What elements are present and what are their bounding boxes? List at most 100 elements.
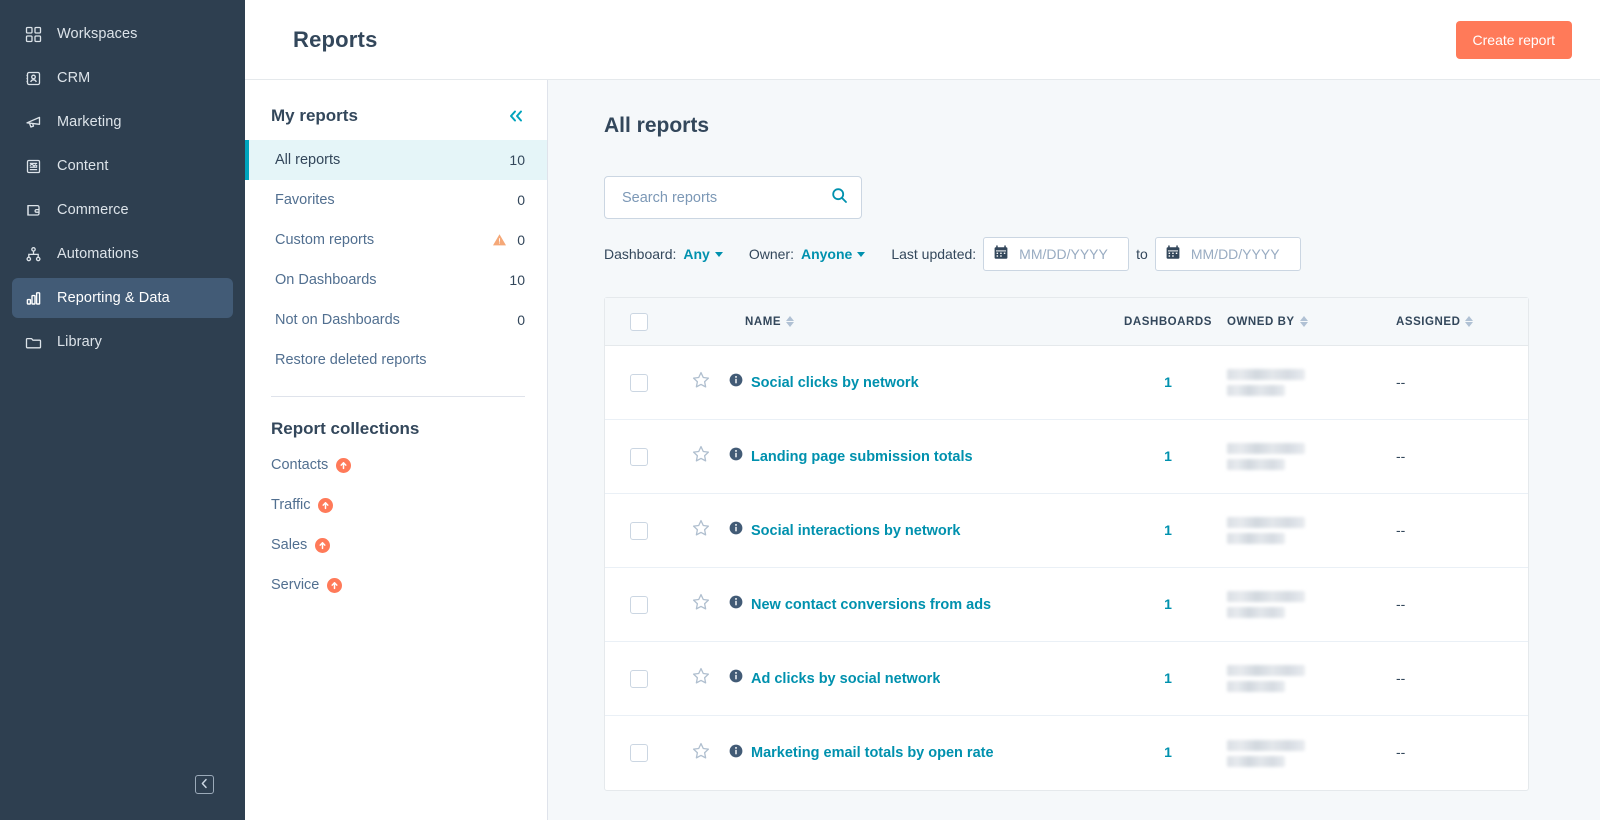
- dashboard-filter-dropdown[interactable]: Any: [683, 246, 723, 262]
- sidebar-item-library[interactable]: Library: [12, 322, 233, 362]
- dashboard-count[interactable]: 1: [1164, 374, 1172, 390]
- sort-by-name-button[interactable]: NAME: [745, 316, 795, 328]
- date-to-field[interactable]: [1154, 237, 1301, 271]
- row-checkbox[interactable]: [630, 744, 648, 762]
- table-row[interactable]: Social interactions by network 1 --: [605, 494, 1528, 568]
- row-checkbox[interactable]: [630, 447, 648, 466]
- table-row[interactable]: Ad clicks by social network 1 --: [605, 642, 1528, 716]
- grid-icon: [24, 25, 43, 44]
- star-icon[interactable]: [691, 370, 711, 395]
- date-from-input[interactable]: [1017, 245, 1119, 263]
- report-name-link[interactable]: Social clicks by network: [751, 375, 919, 391]
- info-icon[interactable]: [729, 744, 743, 763]
- subnav-item-label: Custom reports: [275, 232, 375, 248]
- subnav-item-on-dashboards[interactable]: On Dashboards 10: [245, 260, 547, 300]
- row-checkbox[interactable]: [630, 595, 648, 614]
- table-row[interactable]: Marketing email totals by open rate 1 --: [605, 716, 1528, 790]
- subnav-item-not-on-dashboards[interactable]: Not on Dashboards 0: [245, 300, 547, 340]
- owner-filter-value: Anyone: [800, 246, 853, 262]
- content-area: Reports Create report My reports All rep…: [245, 0, 1600, 820]
- assigned-value: --: [1396, 669, 1406, 686]
- table-row[interactable]: Social clicks by network 1 --: [605, 346, 1528, 420]
- dashboard-count[interactable]: 1: [1164, 744, 1172, 760]
- row-checkbox[interactable]: [630, 669, 648, 688]
- subnav-collapse-button[interactable]: [507, 109, 525, 123]
- collection-item-sales[interactable]: Sales: [245, 525, 547, 565]
- star-icon[interactable]: [691, 741, 711, 766]
- create-report-button[interactable]: Create report: [1455, 20, 1572, 59]
- sidebar-item-marketing[interactable]: Marketing: [12, 102, 233, 142]
- main-title: All reports: [604, 114, 710, 137]
- report-name-cell: Marketing email totals by open rate: [729, 744, 1113, 763]
- star-icon[interactable]: [691, 444, 711, 469]
- dashboard-count[interactable]: 1: [1164, 596, 1172, 612]
- collection-item-contacts[interactable]: Contacts: [245, 445, 547, 485]
- subnav-item-count: 0: [517, 312, 525, 328]
- owner-filter-dropdown[interactable]: Anyone: [800, 246, 866, 262]
- info-icon[interactable]: [729, 669, 743, 688]
- search-box[interactable]: [604, 176, 862, 219]
- subnav-item-favorites[interactable]: Favorites 0: [245, 180, 547, 220]
- sidebar-item-commerce[interactable]: Commerce: [12, 190, 233, 230]
- subnav-item-count: 0: [517, 192, 525, 208]
- search-icon[interactable]: [831, 187, 848, 209]
- sidebar-item-automations[interactable]: Automations: [12, 234, 233, 274]
- report-name-link[interactable]: Social interactions by network: [751, 523, 961, 539]
- collection-item-traffic[interactable]: Traffic: [245, 485, 547, 525]
- report-name-cell: New contact conversions from ads: [729, 595, 1113, 614]
- collection-item-service[interactable]: Service: [245, 565, 547, 605]
- subnav-item-all-reports[interactable]: All reports 10: [245, 140, 547, 180]
- favorite-cell: [673, 444, 729, 469]
- report-name-link[interactable]: Ad clicks by social network: [751, 671, 940, 687]
- subnav-item-custom-reports[interactable]: Custom reports 0: [245, 220, 547, 260]
- table-row[interactable]: New contact conversions from ads 1 --: [605, 568, 1528, 642]
- info-icon[interactable]: [729, 521, 743, 540]
- assigned-cell: --: [1388, 448, 1528, 466]
- subnav-item-restore-deleted-reports[interactable]: Restore deleted reports: [245, 340, 547, 380]
- report-name-link[interactable]: Landing page submission totals: [751, 449, 973, 465]
- sidebar-item-label: Workspaces: [57, 26, 138, 42]
- sidebar-collapse-button[interactable]: [195, 775, 214, 794]
- bar-chart-icon: [24, 289, 43, 308]
- star-icon[interactable]: [691, 666, 711, 691]
- date-from-field[interactable]: [983, 237, 1130, 271]
- upgrade-arrow-icon: [327, 577, 343, 593]
- sort-by-assigned-button[interactable]: ASSIGNED: [1396, 316, 1474, 328]
- assigned-cell: --: [1388, 744, 1528, 762]
- collection-item-label: Sales: [271, 537, 308, 553]
- table-row[interactable]: Landing page submission totals 1 --: [605, 420, 1528, 494]
- row-checkbox[interactable]: [630, 373, 648, 392]
- search-input[interactable]: [620, 188, 831, 207]
- info-icon[interactable]: [729, 373, 743, 392]
- collection-item-label: Service: [271, 577, 320, 593]
- dashboard-count[interactable]: 1: [1164, 670, 1172, 686]
- select-all-checkbox[interactable]: [630, 312, 648, 331]
- subnav-item-count: 0: [517, 232, 525, 248]
- date-to-input[interactable]: [1188, 245, 1290, 263]
- favorite-cell: [673, 592, 729, 617]
- sidebar-item-content[interactable]: Content: [12, 146, 233, 186]
- report-collections-title: Report collections: [271, 419, 420, 438]
- row-select-cell: [605, 521, 673, 540]
- warning-icon: [492, 233, 507, 247]
- star-icon[interactable]: [691, 592, 711, 617]
- sidebar-item-reporting-and-data[interactable]: Reporting & Data: [12, 278, 233, 318]
- sort-by-owner-button[interactable]: OWNED BY: [1227, 316, 1308, 328]
- reports-table: NAME DASHBOARDS OWNED BY ASSIGNED Social…: [604, 297, 1529, 791]
- select-all-cell: [605, 312, 673, 331]
- info-icon[interactable]: [729, 447, 743, 466]
- dashboard-count[interactable]: 1: [1164, 522, 1172, 538]
- report-name-link[interactable]: Marketing email totals by open rate: [751, 745, 994, 761]
- info-icon[interactable]: [729, 595, 743, 614]
- last-updated-label: Last updated:: [891, 246, 977, 262]
- dashboard-count[interactable]: 1: [1164, 448, 1172, 464]
- sidebar-item-workspaces[interactable]: Workspaces: [12, 14, 233, 54]
- subnav-item-count: 10: [509, 272, 525, 288]
- star-icon[interactable]: [691, 518, 711, 543]
- page-header: Reports Create report: [245, 0, 1600, 80]
- assigned-value: --: [1396, 521, 1406, 538]
- sort-arrows-icon: [786, 316, 795, 327]
- sidebar-item-crm[interactable]: CRM: [12, 58, 233, 98]
- row-checkbox[interactable]: [630, 521, 648, 540]
- report-name-link[interactable]: New contact conversions from ads: [751, 597, 991, 613]
